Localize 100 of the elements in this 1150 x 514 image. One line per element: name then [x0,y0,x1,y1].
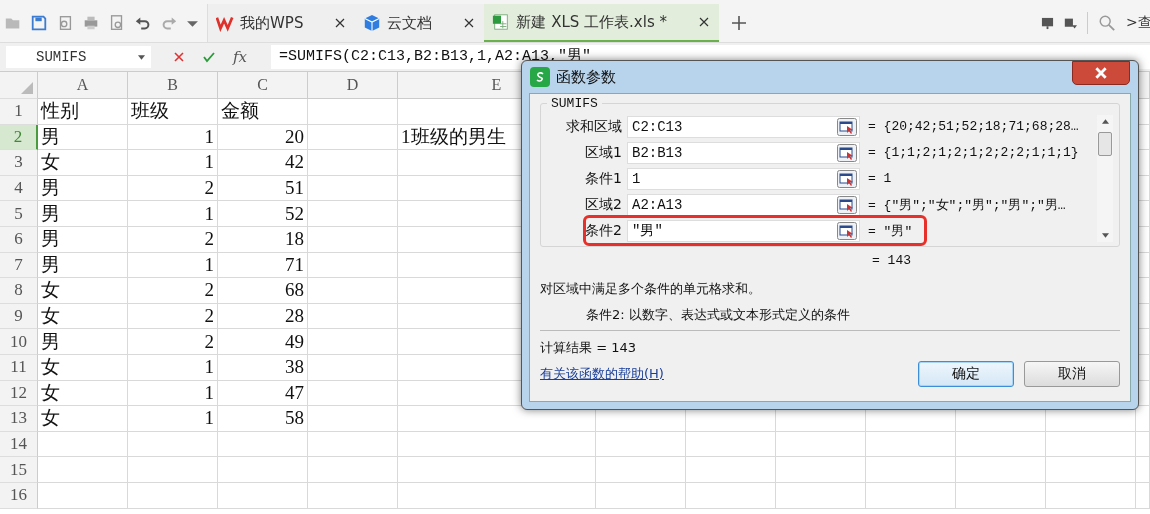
document-tab[interactable]: 新建 XLS 工作表.xls * [484,4,719,42]
range-select-icon[interactable] [837,117,857,136]
close-icon[interactable] [699,17,709,27]
table-cell: 男 [38,329,128,355]
table-cell: 18 [218,226,308,253]
table-cell: 71 [218,252,308,279]
scroll-down-icon[interactable] [1101,233,1109,238]
argument-result: = 1 [868,171,892,186]
table-cell: 金额 [218,99,308,125]
spreadsheet-file-icon [492,13,511,31]
argument-label: 条件1 [584,169,623,188]
row-header[interactable]: 10 [0,329,38,355]
table-cell: 42 [218,150,308,176]
row-header[interactable]: 8 [0,278,38,304]
table-cell: 20 [218,124,308,151]
row-header[interactable]: 5 [0,201,38,227]
search-hint[interactable]: >查 [1126,14,1150,32]
row-header[interactable]: 4 [0,175,38,202]
range-select-icon[interactable] [837,221,857,240]
argument-description: 条件2: 以数字、表达式或文本形式定义的条件 [586,306,851,324]
help-link[interactable]: 有关该函数的帮助(H) [540,365,664,383]
table-cell: 1 [128,354,218,381]
close-button[interactable] [1072,61,1130,85]
table-cell: 女 [38,380,128,407]
range-select-icon[interactable] [837,143,857,162]
save-icon[interactable] [30,14,48,32]
row-header[interactable]: 11 [0,354,38,381]
check-icon[interactable] [203,51,215,63]
column-header[interactable]: B [128,72,218,99]
column-header[interactable]: D [308,72,398,99]
close-icon[interactable] [464,18,475,28]
cancel-icon[interactable] [173,51,185,63]
ok-button[interactable]: 确定 [918,361,1014,387]
function-description: 对区域中满足多个条件的单元格求和。 [540,280,762,298]
table-cell: 1 [128,201,218,227]
column-header[interactable]: C [218,72,308,99]
argument-label: 条件2 [584,221,623,240]
row-header[interactable]: 3 [0,150,38,176]
table-cell: 女 [38,406,128,432]
row-header[interactable]: 7 [0,252,38,279]
table-cell: 女 [38,354,128,381]
row-header[interactable]: 1 [0,99,38,125]
table-cell: 58 [218,406,308,432]
presentation-icon[interactable] [1041,16,1054,30]
function-name: SUMIFS [550,96,599,111]
range-select-icon[interactable] [837,195,857,214]
argument-label: 区域2 [584,195,623,214]
document-tab[interactable]: 云文档 [355,4,485,42]
argument-result: = {1;1;2;1;2;1;2;2;2;1;1;1} [868,145,1079,160]
row-header[interactable]: 13 [0,406,38,432]
row-header[interactable]: 9 [0,303,38,330]
close-icon [1094,67,1108,79]
table-cell: 2 [128,303,218,330]
row-header[interactable]: 12 [0,380,38,407]
table-cell: 2 [128,278,218,304]
name-box[interactable]: SUMIFS [6,46,151,68]
table-cell [1136,457,1150,483]
print-icon[interactable] [82,14,100,32]
range-select-icon[interactable] [837,169,857,188]
argument-result: = {20;42;51;52;18;71;68;28… [868,119,1079,134]
table-cell: 1 [128,150,218,176]
table-cell [1136,482,1150,509]
table-cell: 性别 [38,99,128,125]
scrollbar[interactable] [1097,115,1113,242]
argument-field[interactable]: B2:B13 [627,141,860,164]
table-cell: 47 [218,380,308,407]
table-cell: 女 [38,150,128,176]
table-cell: 男 [38,201,128,227]
table-cell: 28 [218,303,308,330]
app-logo-icon [530,67,550,87]
caret-icon [138,54,145,60]
argument-field[interactable]: C2:C13 [627,115,860,138]
argument-field[interactable]: 1 [627,167,860,190]
table-cell: 男 [38,226,128,253]
argument-field[interactable]: A2:A13 [627,193,860,216]
table-cell: 68 [218,278,308,304]
formula-result: = 143 [872,253,912,268]
scroll-thumb[interactable] [1098,132,1112,156]
table-cell [1136,431,1150,458]
table-cell: 38 [218,354,308,381]
new-tab-icon[interactable] [731,15,747,31]
insert-function-button[interactable]: fx [233,48,247,66]
row-header[interactable]: 6 [0,226,38,253]
table-cell: 女 [38,303,128,330]
table-cell: 2 [128,226,218,253]
column-header[interactable]: A [38,72,128,99]
cube-icon [363,14,382,32]
table-cell: 男 [38,124,128,151]
cancel-button[interactable]: 取消 [1024,361,1120,387]
row-header[interactable]: 15 [0,457,38,483]
search-icon[interactable] [1098,14,1116,32]
row-header[interactable]: 16 [0,482,38,509]
table-cell: 男 [38,252,128,279]
table-cell: 49 [218,329,308,355]
row-header[interactable]: 14 [0,431,38,458]
document-tab[interactable]: 我的WPS [208,4,356,42]
close-icon[interactable] [335,18,346,28]
flag-dropdown-icon[interactable] [1064,16,1077,30]
scroll-up-icon[interactable] [1101,119,1109,124]
argument-field[interactable]: ″男″ [627,219,860,242]
